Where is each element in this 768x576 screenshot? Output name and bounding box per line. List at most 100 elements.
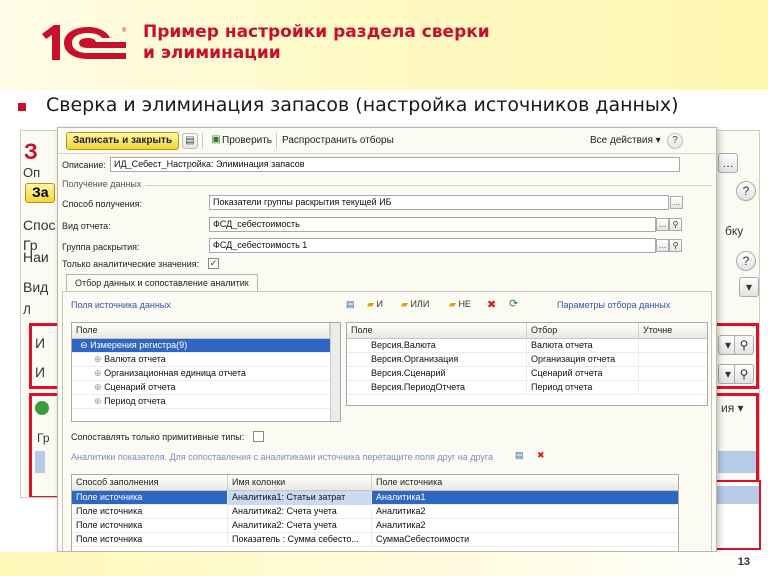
bg-help-icon[interactable]: ? (736, 251, 756, 271)
report-type-field[interactable]: ФСД_себестоимость (209, 217, 656, 232)
bg-help-icon[interactable]: ? (736, 181, 756, 201)
save-icon[interactable]: ▤ (182, 133, 198, 149)
subtitle-row: Сверка и элиминация запасов (настройка и… (18, 94, 758, 120)
tree-row[interactable]: ⊕ Период отчета (72, 395, 330, 409)
bg-label: Оп (23, 165, 41, 180)
delete-icon[interactable]: ✖ (487, 298, 496, 311)
bg-save-button[interactable]: За (25, 183, 55, 203)
bg-label: Вид (23, 279, 49, 295)
source-fields-link[interactable]: Поля источника данных (71, 300, 171, 310)
analytic-only-label: Только аналитические значения: (62, 259, 200, 269)
bg-label: бку (725, 224, 744, 238)
source-settings-dialog: Записать и закрыть ▤ ▣ Проверить Распрос… (57, 127, 717, 552)
group-label: Группа раскрытия: (62, 242, 140, 252)
1c-logo: ® (42, 25, 127, 60)
tree-row[interactable]: ⊕ Сценарий отчета (72, 381, 330, 395)
search-icon[interactable]: ⚲ (669, 218, 682, 231)
group-select-button[interactable]: … (656, 239, 669, 252)
mapping-col-name: Имя колонки (228, 475, 372, 491)
help-icon[interactable]: ? (667, 133, 683, 149)
filter-toolbar-icon[interactable]: ▤ (346, 299, 355, 310)
expand-icon[interactable]: ⊕ (94, 396, 102, 406)
group-divider (62, 185, 712, 186)
bg-label: Наи (23, 249, 49, 265)
slide-title-line2: и элиминации (143, 43, 281, 63)
search-icon[interactable]: ⚲ (669, 239, 682, 252)
analytics-hint: Аналитики показателя. Для сопоставления … (71, 452, 494, 462)
tree-scrollbar[interactable] (330, 323, 340, 421)
collapse-icon[interactable]: ⊖ (80, 340, 88, 350)
mapping-row[interactable]: Поле источника Показатель : Сумма себест… (72, 533, 678, 547)
slide-subtitle: Сверка и элиминация запасов (настройка и… (46, 94, 679, 116)
bg-dropdown-label[interactable]: ия ▾ (721, 401, 744, 415)
filter-row[interactable]: Версия.Сценарий Сценарий отчета (347, 367, 707, 381)
search-icon[interactable]: ⚲ (734, 364, 754, 384)
mapping-row[interactable]: Поле источника Аналитика2: Счета учета А… (72, 505, 678, 519)
tree-row[interactable]: ⊕ Валюта отчета (72, 353, 330, 367)
method-label: Способ получения: (62, 199, 143, 209)
tree-header: Поле (72, 323, 330, 339)
footer-band (0, 552, 768, 576)
report-type-label: Вид отчета: (62, 221, 111, 231)
expand-icon[interactable]: ⊕ (94, 382, 102, 392)
bullet-square (18, 103, 26, 111)
spread-filters-button[interactable]: Распространить отборы (282, 133, 394, 149)
mapping-row[interactable]: Поле источника Аналитика2: Счета учета А… (72, 519, 678, 533)
bg-label: Л (23, 303, 31, 317)
all-actions-menu[interactable]: Все действия ▾ (590, 133, 661, 149)
svg-text:®: ® (122, 27, 127, 34)
filter-row[interactable]: Версия.ПериодОтчета Период отчета (347, 381, 707, 395)
search-icon[interactable]: ⚲ (734, 335, 754, 355)
slide-title: Пример настройки раздела сверки и элимин… (143, 22, 563, 64)
filter-col-field: Поле (347, 323, 527, 339)
bg-label: Спос (23, 217, 56, 233)
check-button[interactable]: Проверить (222, 133, 272, 149)
tab-filter-and-mapping[interactable]: Отбор данных и сопоставление аналитик (66, 274, 258, 292)
background-form-title: З (24, 139, 38, 164)
description-field[interactable]: ИД_Себест_Настройка: Элиминация запасов (110, 157, 680, 172)
group-obtain-label: Получение данных (62, 179, 146, 189)
description-label: Описание: (62, 160, 106, 170)
toolbar-separator (202, 133, 203, 149)
method-select-button[interactable]: … (670, 196, 683, 209)
filter-row[interactable]: Версия.Организация Организация отчета (347, 353, 707, 367)
filter-row[interactable]: Версия.Валюта Валюта отчета (347, 339, 707, 353)
method-field[interactable]: Показатели группы раскрытия текущей ИБ (209, 195, 669, 210)
bg-dropdown-button[interactable]: ▾ (739, 277, 759, 297)
primitive-types-checkbox[interactable] (253, 431, 264, 442)
analytic-only-checkbox[interactable]: ✓ (208, 258, 219, 269)
mapping-col-method: Способ заполнения (72, 475, 228, 491)
bg-highlight-box-tail (717, 480, 761, 550)
mapping-table[interactable]: Способ заполнения Имя колонки Поле источ… (71, 474, 679, 551)
not-button[interactable]: ▰ НЕ (449, 299, 471, 310)
slide-title-line1: Пример настройки раздела сверки (143, 22, 490, 42)
bg-label: Гр (37, 431, 50, 445)
tab-panel: Поля источника данных ▤ ▰ И ▰ ИЛИ ▰ НЕ ✖… (62, 291, 712, 551)
mapping-icon[interactable]: ▤ (515, 450, 524, 461)
tree-row[interactable]: ⊕ Организационная единица отчета (72, 367, 330, 381)
report-type-select-button[interactable]: … (656, 218, 669, 231)
bg-more-button[interactable]: … (718, 153, 738, 173)
and-button[interactable]: ▰ И (367, 299, 383, 310)
clear-mapping-icon[interactable]: ✖ (537, 450, 545, 461)
or-button[interactable]: ▰ ИЛИ (401, 299, 429, 310)
tree-root-row[interactable]: ⊖ Измерения регистра(9) (72, 339, 330, 353)
mapping-col-source: Поле источника (372, 475, 678, 491)
bg-selected-row (35, 451, 45, 473)
refresh-icon[interactable]: ⟳ (509, 297, 518, 310)
filter-col-filter: Отбор (527, 323, 639, 339)
group-field[interactable]: ФСД_себестоимость 1 (209, 238, 656, 253)
bg-green-icon (35, 401, 49, 415)
dialog-toolbar: Записать и закрыть ▤ ▣ Проверить Распрос… (58, 128, 716, 154)
expand-icon[interactable]: ⊕ (94, 368, 102, 378)
page-number: 13 (737, 556, 750, 568)
toolbar-separator (276, 133, 277, 149)
expand-icon[interactable]: ⊕ (94, 354, 102, 364)
filter-table[interactable]: Поле Отбор Уточне Версия.Валюта Валюта о… (346, 322, 708, 406)
filter-params-link[interactable]: Параметры отбора данных (557, 300, 670, 310)
primitive-types-label: Сопоставлять только примитивные типы: (71, 432, 245, 442)
filter-col-refine: Уточне (639, 323, 707, 339)
source-fields-tree[interactable]: Поле ⊖ Измерения регистра(9) ⊕ Валюта от… (71, 322, 341, 422)
save-and-close-button[interactable]: Записать и закрыть (66, 132, 180, 150)
mapping-row[interactable]: Поле источника Аналитика1: Статьи затрат… (72, 491, 678, 505)
